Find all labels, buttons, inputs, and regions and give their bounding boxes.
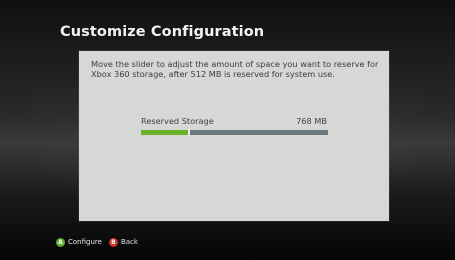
instruction-text: Move the slider to adjust the amount of … xyxy=(91,59,379,80)
slider-fill xyxy=(141,130,189,135)
button-legend: A Configure B Back xyxy=(56,236,141,248)
configure-label: Configure xyxy=(68,238,102,246)
slider-label: Reserved Storage xyxy=(141,116,214,126)
configuration-panel: Move the slider to adjust the amount of … xyxy=(79,51,389,221)
b-button-icon: B xyxy=(108,237,118,247)
back-action[interactable]: B Back xyxy=(108,237,138,247)
slider-value: 768 MB xyxy=(296,116,327,126)
slider-thumb[interactable] xyxy=(187,129,190,136)
page-title: Customize Configuration xyxy=(60,24,265,40)
dashboard-background: Customize Configuration Move the slider … xyxy=(0,0,455,260)
configure-action[interactable]: A Configure xyxy=(56,237,102,247)
a-button-icon: A xyxy=(56,237,65,247)
back-label: Back xyxy=(120,238,138,246)
reserved-storage-slider[interactable] xyxy=(141,129,328,136)
